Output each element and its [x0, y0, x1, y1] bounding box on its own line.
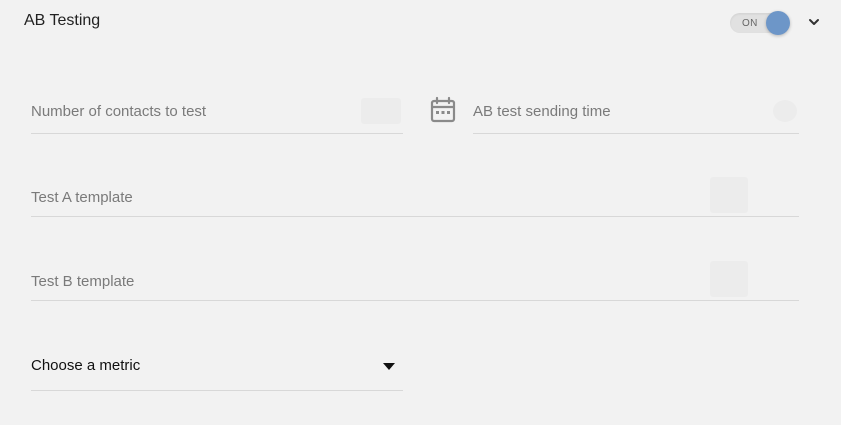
contacts-field: [31, 90, 403, 134]
clear-ghost: [773, 100, 797, 122]
template-a-input[interactable]: [31, 177, 799, 216]
section-title: AB Testing: [24, 12, 101, 29]
contacts-input[interactable]: [31, 90, 403, 133]
template-b-input[interactable]: [31, 261, 799, 300]
caret-down-icon: [383, 363, 395, 370]
toggle-knob[interactable]: [766, 11, 790, 35]
template-b-ghost: [710, 261, 748, 297]
sending-time-field: [473, 90, 799, 134]
stepper-ghost: [361, 98, 401, 124]
template-a-ghost: [710, 177, 748, 213]
metric-select[interactable]: Choose a metric: [31, 345, 403, 391]
ab-testing-panel: AB Testing ON Choose a m: [0, 0, 841, 425]
ab-testing-toggle[interactable]: ON: [730, 11, 790, 35]
template-b-field: [31, 261, 799, 301]
chevron-down-icon[interactable]: [806, 14, 822, 30]
calendar-icon[interactable]: [429, 96, 457, 124]
template-a-field: [31, 177, 799, 217]
sending-time-input[interactable]: [473, 90, 799, 133]
metric-select-value: Choose a metric: [31, 357, 141, 374]
toggle-label: ON: [742, 18, 758, 29]
